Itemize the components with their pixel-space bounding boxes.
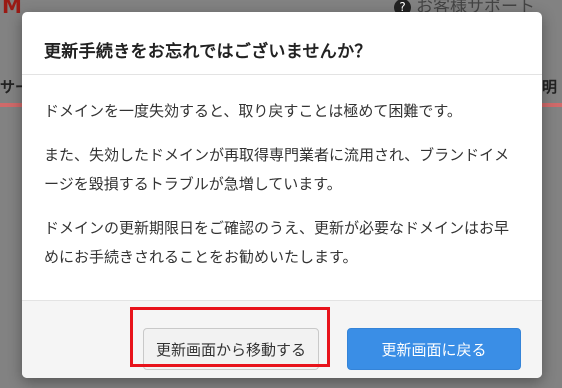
- dialog-paragraph-3: ドメインの更新期限日をご確認のうえ、更新が必要なドメインはお早めにお手続きされる…: [44, 219, 510, 266]
- dialog-header: 更新手続きをお忘れではございませんか？: [22, 12, 542, 75]
- dialog-paragraph-1: ドメインを一度失効すると、取り戻すことは極めて困難です。: [44, 102, 462, 120]
- move-from-update-button[interactable]: 更新画面から移動する: [143, 328, 319, 370]
- dialog-title: 更新手続きをお忘れではございませんか？: [44, 42, 372, 62]
- renewal-reminder-dialog: 更新手続きをお忘れではございませんか？ ドメインを一度失効すると、取り戻すことは…: [22, 12, 542, 378]
- background-logo: M: [2, 0, 22, 18]
- dialog-body: ドメインを一度失効すると、取り戻すことは極めて困難です。 また、失効したドメイン…: [22, 75, 542, 300]
- dialog-paragraph-2: また、失効したドメインが再取得専門業者に流用され、ブランドイメージを毀損するトラ…: [44, 146, 510, 193]
- back-to-update-button[interactable]: 更新画面に戻る: [347, 328, 521, 370]
- background-tab-right: 明: [542, 78, 558, 96]
- dialog-footer: 更新画面から移動する 更新画面に戻る: [22, 300, 542, 378]
